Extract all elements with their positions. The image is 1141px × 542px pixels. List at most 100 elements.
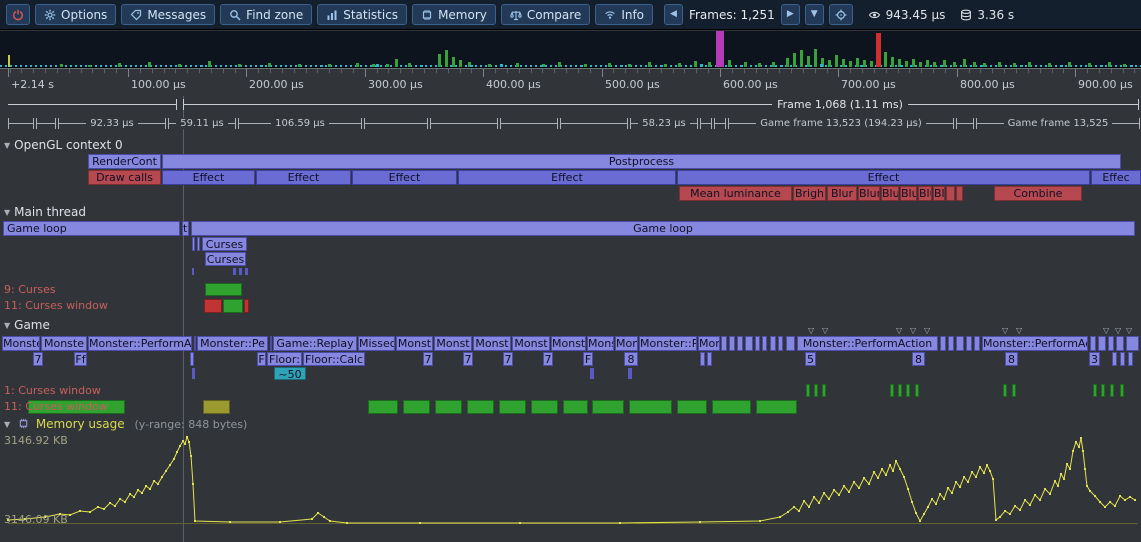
- subframe-span[interactable]: [714, 118, 726, 129]
- histogram-bar[interactable]: [814, 49, 817, 67]
- memory-button[interactable]: Memory: [412, 4, 496, 25]
- zone-bar[interactable]: Monste: [2, 336, 40, 351]
- collapsed-zones-icon[interactable]: ▽: [1016, 326, 1022, 335]
- lock-bar[interactable]: [204, 299, 222, 313]
- subframe-span[interactable]: [36, 118, 56, 129]
- collapsed-zones-icon[interactable]: ▽: [910, 326, 916, 335]
- histogram-bar[interactable]: [998, 62, 1001, 67]
- lock-bar[interactable]: [890, 384, 894, 397]
- options-button[interactable]: Options: [35, 4, 116, 25]
- lock-bar[interactable]: [1110, 384, 1114, 397]
- zone-bar[interactable]: Monst: [512, 336, 550, 351]
- zone-bar[interactable]: [190, 352, 194, 366]
- histogram-bar[interactable]: [953, 62, 956, 67]
- subframe-span[interactable]: [8, 118, 34, 129]
- histogram-bar[interactable]: [320, 65, 323, 67]
- zone-bar[interactable]: 7: [33, 352, 43, 366]
- zone-bar[interactable]: Mons: [698, 336, 720, 351]
- histogram-bar[interactable]: [608, 63, 611, 67]
- zone-bar[interactable]: Monster::PerformAction: [797, 336, 938, 351]
- histogram-bar[interactable]: [445, 50, 448, 67]
- zone-bar[interactable]: 7: [543, 352, 553, 366]
- subframe-span[interactable]: 106.59 µs: [238, 118, 362, 129]
- lock-bar[interactable]: [435, 400, 462, 414]
- zone-bar[interactable]: [940, 336, 946, 351]
- subframe-span[interactable]: 92.33 µs: [58, 118, 166, 129]
- zone-bar[interactable]: Draw calls: [88, 170, 161, 185]
- zone-bar[interactable]: F: [583, 352, 593, 366]
- zone-bar[interactable]: [1112, 352, 1117, 366]
- find-zone-button[interactable]: Find zone: [220, 4, 312, 25]
- histogram-bar[interactable]: [835, 55, 838, 67]
- zone-bar[interactable]: Blur: [858, 186, 880, 201]
- histogram-bar[interactable]: [1130, 65, 1133, 67]
- info-button[interactable]: Info: [595, 4, 653, 25]
- histogram-bar[interactable]: [876, 33, 881, 67]
- subframe-span[interactable]: Game frame 13,523 (194.23 µs): [728, 118, 954, 129]
- zone-bar[interactable]: [762, 336, 767, 351]
- histogram-bar[interactable]: [268, 63, 271, 67]
- zone-bar[interactable]: [974, 336, 980, 351]
- zone-bar[interactable]: Effect: [458, 170, 676, 185]
- lock-bar[interactable]: [1101, 384, 1105, 397]
- collapsed-zones-icon[interactable]: ▽: [1103, 326, 1109, 335]
- zone-bar[interactable]: [948, 336, 954, 351]
- section-header-main-thread[interactable]: ▼Main thread: [4, 205, 86, 219]
- zone-bar[interactable]: Effect: [352, 170, 457, 185]
- subframe-span[interactable]: [560, 118, 628, 129]
- histogram-bar[interactable]: [700, 64, 703, 67]
- lock-bar[interactable]: [814, 384, 818, 397]
- lock-bar[interactable]: [205, 283, 242, 296]
- zone-bar[interactable]: Mean luminance: [679, 186, 792, 201]
- histogram-bar[interactable]: [708, 62, 711, 67]
- zone-bar[interactable]: [197, 237, 200, 251]
- histogram-bar[interactable]: [620, 65, 623, 67]
- histogram-bar[interactable]: [940, 65, 943, 67]
- zone-bar[interactable]: [946, 186, 955, 201]
- zone-bar[interactable]: [745, 336, 753, 351]
- lock-bar[interactable]: [244, 299, 249, 313]
- histogram-bar[interactable]: [328, 64, 331, 67]
- lock-bar[interactable]: [531, 400, 558, 414]
- histogram-bar[interactable]: [926, 60, 929, 67]
- zone-bar[interactable]: [778, 336, 783, 351]
- histogram-bar[interactable]: [905, 61, 908, 67]
- zone-bar[interactable]: Curses: [202, 237, 247, 251]
- histogram-bar[interactable]: [88, 65, 91, 67]
- zone-bar[interactable]: ~50: [274, 367, 306, 380]
- histogram-bar[interactable]: [200, 65, 203, 67]
- zone-bar[interactable]: Blur: [918, 186, 932, 201]
- zone-bar[interactable]: Curses: [205, 252, 246, 266]
- zone-bar[interactable]: [270, 336, 272, 351]
- collapsed-zones-icon[interactable]: ▽: [1126, 326, 1132, 335]
- zone-bar[interactable]: [1116, 336, 1124, 351]
- zone-bar[interactable]: Brigh: [793, 186, 826, 201]
- histogram-bar[interactable]: [716, 31, 724, 67]
- lock-bar[interactable]: [499, 400, 526, 414]
- zone-bar[interactable]: Monster::Pe: [197, 336, 268, 351]
- lock-bar[interactable]: [1093, 384, 1097, 397]
- histogram-bar[interactable]: [540, 65, 543, 67]
- subframe-span[interactable]: [430, 118, 498, 129]
- zone-bar[interactable]: [1128, 352, 1133, 366]
- histogram-bar[interactable]: [356, 63, 359, 67]
- histogram-bar[interactable]: [793, 53, 796, 67]
- subframe-span[interactable]: [700, 118, 712, 129]
- histogram-bar[interactable]: [933, 62, 936, 67]
- histogram-bar[interactable]: [1123, 64, 1126, 67]
- histogram-bar[interactable]: [963, 59, 966, 67]
- zone-bar[interactable]: 7: [463, 352, 473, 366]
- crosshair-button[interactable]: [829, 4, 853, 25]
- histogram-bar[interactable]: [60, 64, 63, 67]
- section-header-memory[interactable]: ▼ Memory usage (y-range: 848 bytes): [4, 417, 247, 431]
- histogram-bar[interactable]: [118, 63, 121, 67]
- histogram-bar[interactable]: [516, 63, 519, 67]
- zone-bar[interactable]: [966, 336, 972, 351]
- histogram-bar[interactable]: [408, 63, 411, 67]
- zone-bar[interactable]: Effect: [677, 170, 1090, 185]
- zone-bar[interactable]: [1108, 336, 1114, 351]
- zone-bar[interactable]: Ff: [74, 352, 87, 366]
- lock-bar[interactable]: [1012, 384, 1016, 397]
- histogram-bar[interactable]: [8, 55, 10, 67]
- zone-bar[interactable]: 5: [805, 352, 816, 366]
